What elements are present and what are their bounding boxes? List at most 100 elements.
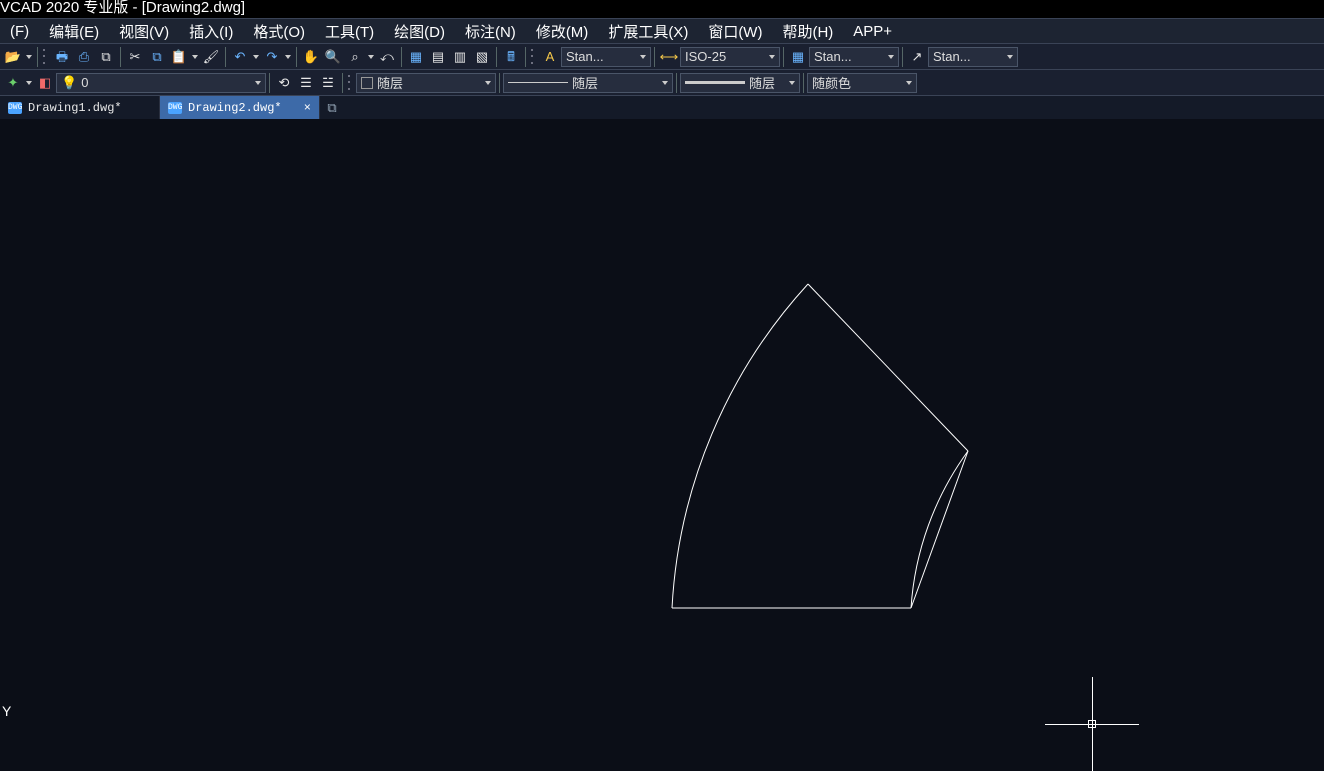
menu-express[interactable]: 扩展工具(X) [598, 19, 698, 43]
toolbar-separator [401, 47, 402, 67]
menu-bar: (F) 编辑(E) 视图(V) 插入(I) 格式(O) 工具(T) 绘图(D) … [0, 18, 1324, 44]
menu-window[interactable]: 窗口(W) [698, 19, 772, 43]
toolbar-separator [902, 47, 903, 67]
drawing-canvas[interactable]: Y [0, 120, 1324, 731]
text-style-combo[interactable]: Stan... [561, 47, 651, 67]
menu-edit[interactable]: 编辑(E) [39, 19, 109, 43]
toolbar-separator [269, 73, 270, 93]
document-tab-label: Drawing2.dwg* [188, 101, 282, 115]
open-dropdown[interactable] [24, 55, 34, 59]
properties-button[interactable]: ▦ [406, 47, 426, 67]
publish-button[interactable]: ⧉ [96, 47, 116, 67]
layer-isolate-icon: ☰ [300, 76, 312, 89]
paste-dropdown[interactable] [190, 55, 200, 59]
layer-previous-button[interactable]: ⟲ [274, 73, 294, 93]
toolbar-grip[interactable] [348, 73, 354, 93]
toolbar-separator [120, 47, 121, 67]
menu-view[interactable]: 视图(V) [109, 19, 179, 43]
dim-style-button[interactable]: ⟷ [659, 47, 679, 67]
mleader-style-button[interactable]: ↗ [907, 47, 927, 67]
zoom-previous-button[interactable]: ⤺ [377, 47, 397, 67]
linetype-value: 随层 [572, 73, 598, 92]
dwg-file-icon: DWG [8, 102, 22, 114]
redo-button[interactable]: ↷ [262, 47, 282, 67]
ucs-y-axis-icon: Y [2, 703, 11, 719]
menu-help[interactable]: 帮助(H) [772, 19, 843, 43]
copy-button[interactable]: ⧉ [147, 47, 167, 67]
table-style-value: Stan... [814, 49, 852, 64]
menu-dimension[interactable]: 标注(N) [455, 19, 526, 43]
layer-combo[interactable]: 💡 0 [56, 73, 266, 93]
layer-isolate-button[interactable]: ☰ [296, 73, 316, 93]
mleader-style-icon: ↗ [912, 50, 923, 63]
undo-dropdown[interactable] [251, 55, 261, 59]
paste-button[interactable]: 📋 [169, 47, 189, 67]
document-tab-bar: DWG Drawing1.dwg* DWG Drawing2.dwg* × ⧉ [0, 96, 1324, 120]
layer-match-button[interactable]: ☱ [318, 73, 338, 93]
close-tab-icon[interactable]: × [304, 101, 311, 115]
zoom-realtime-button[interactable]: 🔍 [323, 47, 343, 67]
mleader-style-combo[interactable]: Stan... [928, 47, 1018, 67]
table-style-combo[interactable]: Stan... [809, 47, 899, 67]
layer-match-icon: ☱ [322, 76, 334, 89]
sheet-set-icon: ▧ [476, 50, 488, 63]
tool-palettes-button[interactable]: ▥ [450, 47, 470, 67]
document-tab-label: Drawing1.dwg* [28, 101, 122, 115]
document-tab[interactable]: DWG Drawing1.dwg* [0, 96, 160, 119]
lineweight-combo[interactable]: 随层 [680, 73, 800, 93]
layer-bulb-icon: 💡 [61, 76, 77, 89]
open-button[interactable]: 📂 [3, 47, 23, 67]
match-properties-button[interactable]: 🖌 [201, 47, 221, 67]
layer-states-icon: ◧ [39, 76, 51, 89]
calculator-icon: 🖩 [507, 50, 515, 63]
color-swatch-icon [361, 77, 373, 89]
toolbar-separator [654, 47, 655, 67]
plotstyle-combo[interactable]: 随颜色 [807, 73, 917, 93]
app-title: VCAD 2020 专业版 - [Drawing2.dwg] [0, 0, 245, 16]
zoom-dropdown[interactable] [366, 55, 376, 59]
menu-tools[interactable]: 工具(T) [315, 19, 384, 43]
pan-button[interactable]: ✋ [301, 47, 321, 67]
toolbar-grip[interactable] [531, 47, 537, 67]
undo-icon: ↶ [235, 50, 246, 63]
folder-open-icon: 📂 [5, 50, 21, 63]
new-tab-button[interactable]: ⧉ [320, 96, 344, 119]
design-center-button[interactable]: ▤ [428, 47, 448, 67]
print-preview-button[interactable]: ⎙ [74, 47, 94, 67]
print-button[interactable]: 🖶 [52, 47, 72, 67]
layer-states-button[interactable]: ◧ [35, 73, 55, 93]
text-style-button[interactable]: A [540, 47, 560, 67]
layer-previous-icon: ⟲ [279, 76, 290, 89]
zoom-previous-icon: ⤺ [380, 50, 394, 63]
menu-modify[interactable]: 修改(M) [526, 19, 599, 43]
sheet-set-button[interactable]: ▧ [472, 47, 492, 67]
dim-style-icon: ⟷ [660, 50, 679, 63]
drawing-content [0, 120, 1324, 731]
redo-icon: ↷ [267, 50, 278, 63]
cut-button[interactable]: ✂ [125, 47, 145, 67]
menu-insert[interactable]: 插入(I) [179, 19, 243, 43]
lineweight-sample-icon [685, 81, 745, 84]
layer-properties-button[interactable]: ✦ [3, 73, 23, 93]
zoom-window-button[interactable]: ⌕ [345, 47, 365, 67]
menu-file[interactable]: (F) [0, 19, 39, 43]
calculator-button[interactable]: 🖩 [501, 47, 521, 67]
linetype-combo[interactable]: 随层 [503, 73, 673, 93]
color-combo[interactable]: 随层 [356, 73, 496, 93]
redo-dropdown[interactable] [283, 55, 293, 59]
layer-dropdown-button[interactable] [24, 81, 34, 85]
toolbar-separator [296, 47, 297, 67]
menu-app[interactable]: APP+ [843, 19, 902, 43]
dim-style-value: ISO-25 [685, 49, 726, 64]
toolbar-separator [803, 73, 804, 93]
menu-format[interactable]: 格式(O) [243, 19, 315, 43]
document-tab-active[interactable]: DWG Drawing2.dwg* × [160, 96, 320, 119]
undo-button[interactable]: ↶ [230, 47, 250, 67]
toolbar-separator [37, 47, 38, 67]
dim-style-combo[interactable]: ISO-25 [680, 47, 780, 67]
toolbar-separator [676, 73, 677, 93]
toolbar-grip[interactable] [43, 47, 49, 67]
plus-file-icon: ⧉ [327, 100, 336, 116]
table-style-button[interactable]: ▦ [788, 47, 808, 67]
menu-draw[interactable]: 绘图(D) [384, 19, 455, 43]
